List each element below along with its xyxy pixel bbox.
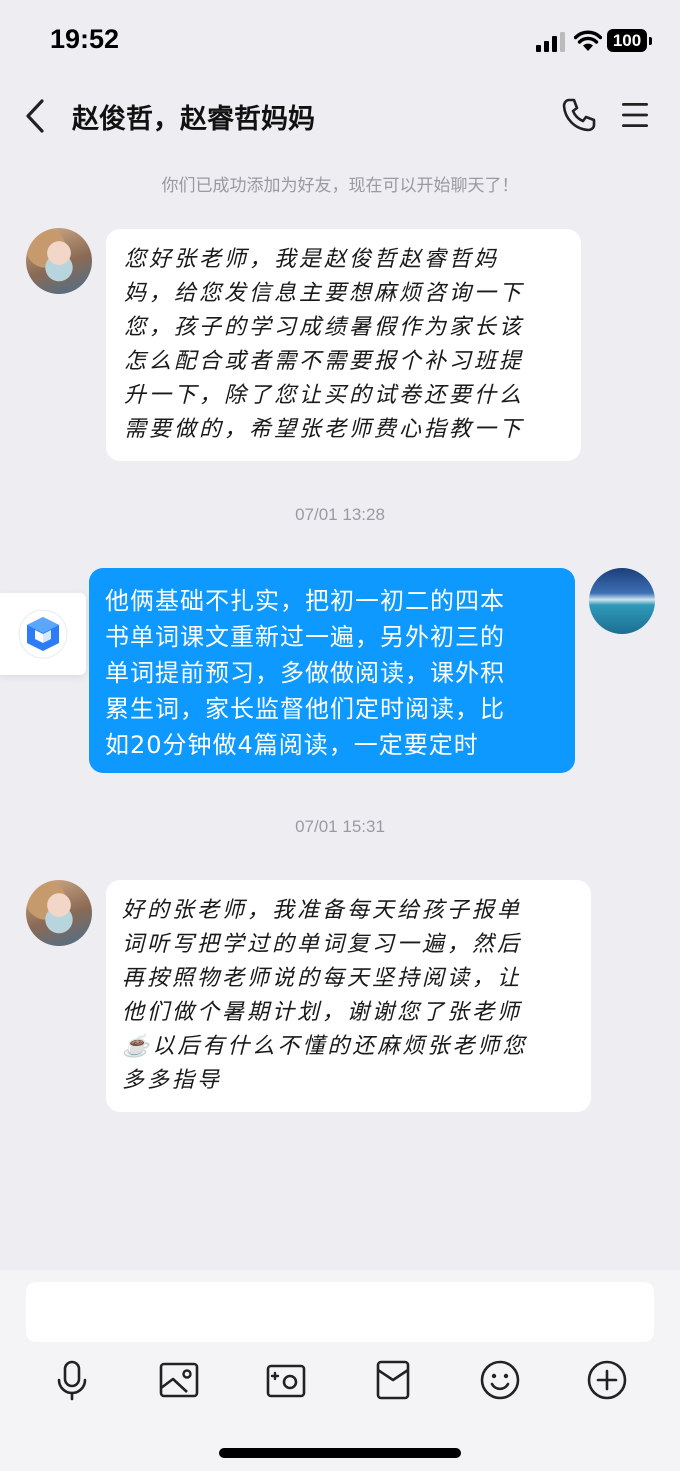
camera-icon[interactable] (264, 1358, 308, 1402)
my-avatar[interactable] (589, 568, 655, 634)
message-composer (0, 1270, 680, 1471)
outgoing-message-bubble[interactable]: 他俩基础不扎实，把初一初二的四本 书单词课文重新过一遍，另外初三的 单词提前预习… (89, 568, 575, 773)
red-packet-icon[interactable] (371, 1358, 415, 1402)
floating-assistant-widget[interactable] (0, 593, 86, 675)
status-time: 19:52 (50, 24, 120, 54)
status-bar: 19:52 100 (0, 0, 680, 80)
cube-logo-icon (18, 609, 68, 659)
incoming-message-bubble[interactable]: 您好张老师，我是赵俊哲赵睿哲妈 妈，给您发信息主要想麻烦咨询一下 您，孩子的学习… (106, 229, 581, 461)
message-input[interactable] (26, 1282, 654, 1342)
battery-cap (649, 37, 652, 45)
message-text: 好的张老师，我准备每天给孩子报单 词听写把学过的单词复习一遍，然后 再按照物老师… (122, 898, 528, 1093)
wifi-icon (574, 30, 602, 51)
battery-level: 100 (612, 31, 642, 50)
chat-title: 赵俊哲，赵睿哲妈妈 (72, 104, 315, 135)
phone-call-icon[interactable] (560, 96, 598, 134)
back-arrow-icon[interactable] (22, 98, 48, 134)
contact-avatar[interactable] (26, 880, 92, 946)
message-text: 他俩基础不扎实，把初一初二的四本 书单词课文重新过一遍，另外初三的 单词提前预习… (105, 587, 505, 759)
message-timestamp: 07/01 15:31 (295, 817, 385, 836)
incoming-message-bubble[interactable]: 好的张老师，我准备每天给孩子报单 词听写把学过的单词复习一遍，然后 再按照物老师… (106, 880, 591, 1112)
message-text: 您好张老师，我是赵俊哲赵睿哲妈 妈，给您发信息主要想麻烦咨询一下 您，孩子的学习… (124, 247, 525, 442)
friend-added-notice: 你们已成功添加为好友，现在可以开始聊天了！ (161, 176, 519, 196)
plus-icon[interactable] (585, 1358, 629, 1402)
microphone-icon[interactable] (50, 1358, 94, 1402)
message-timestamp: 07/01 13:28 (295, 505, 385, 524)
image-icon[interactable] (157, 1358, 201, 1402)
emoji-icon[interactable] (478, 1358, 522, 1402)
battery-icon: 100 (607, 29, 647, 52)
contact-avatar[interactable] (26, 228, 92, 294)
chat-header: 赵俊哲，赵睿哲妈妈 (0, 80, 680, 150)
chat-screen: 19:52 100 赵俊哲，赵睿哲妈妈 你们已成功添加为好友，现在可以开始聊天了… (0, 0, 680, 1471)
menu-icon[interactable] (620, 101, 650, 129)
home-indicator[interactable] (219, 1448, 461, 1458)
cellular-signal-icon (536, 32, 565, 52)
